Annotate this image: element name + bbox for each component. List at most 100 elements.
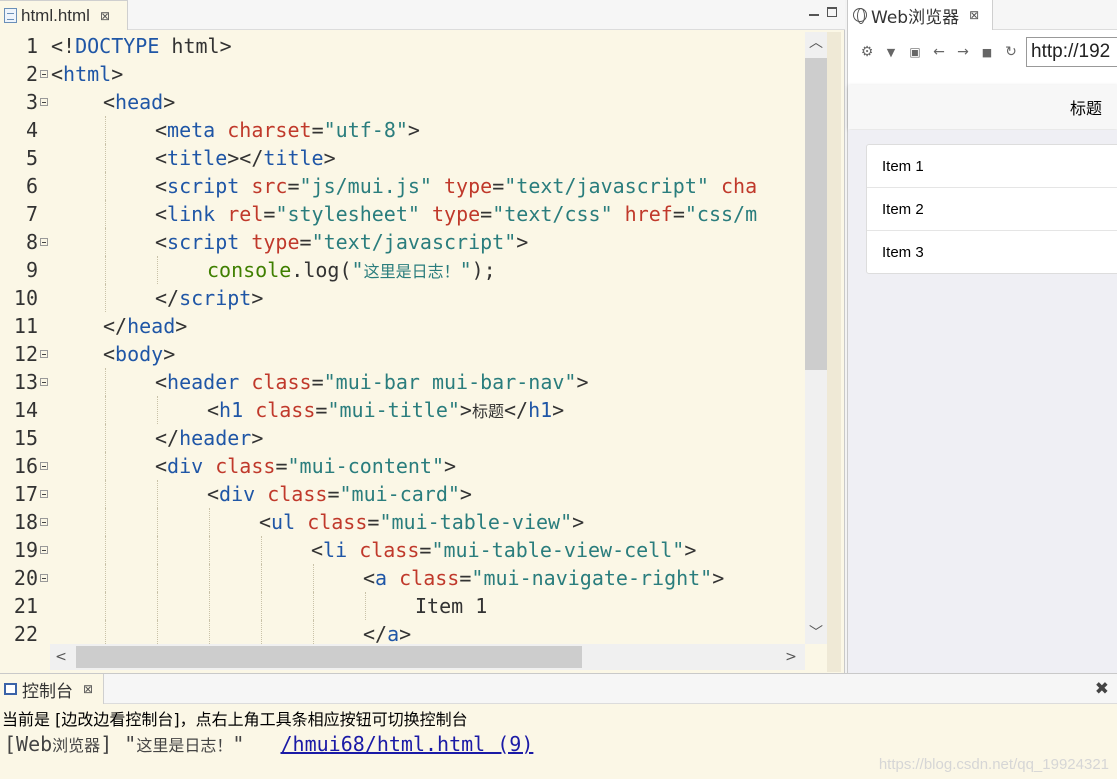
indent-guide <box>105 620 106 644</box>
code-line[interactable]: <meta charset="utf-8"> <box>155 116 420 144</box>
fold-toggle-icon[interactable] <box>40 70 48 78</box>
scroll-down-icon[interactable]: ﹀ <box>805 622 827 644</box>
code-token: "mui-table-view" <box>379 510 573 534</box>
code-token: = <box>672 202 685 226</box>
code-line[interactable]: <div class="mui-content"> <box>155 452 456 480</box>
code-line[interactable]: <html> <box>51 60 123 88</box>
code-line[interactable]: <link rel="stylesheet" type="text/css" h… <box>155 200 757 228</box>
code-token: charset <box>227 118 312 142</box>
code-token: "mui-bar mui-bar-nav" <box>323 370 577 394</box>
horizontal-scrollbar[interactable]: < > <box>50 644 805 670</box>
code-line[interactable]: </header> <box>155 424 263 452</box>
indent-guide <box>105 480 106 508</box>
code-line[interactable]: <header class="mui-bar mui-bar-nav"> <box>155 368 589 396</box>
table-view-cell-2[interactable]: Item 2 <box>867 188 1117 231</box>
code-token: < <box>311 538 324 562</box>
code-token: > <box>323 146 336 170</box>
code-line[interactable]: <script type="text/javascript"> <box>155 228 528 256</box>
code-token: </ <box>103 314 128 338</box>
line-number: 10 <box>13 286 38 310</box>
code-line[interactable]: </a> <box>363 620 411 644</box>
line-number: 20 <box>13 566 38 590</box>
code-text-area[interactable]: <!DOCTYPE html> <html> <head> <meta charset… <box>50 32 805 644</box>
dropdown-arrow-icon[interactable]: ▼ <box>882 46 900 59</box>
code-line[interactable]: <div class="mui-card"> <box>207 480 472 508</box>
overview-ruler <box>827 32 841 672</box>
code-line[interactable]: </head> <box>103 312 187 340</box>
code-line[interactable]: <title></title> <box>155 144 336 172</box>
minimize-icon[interactable] <box>809 9 819 16</box>
mui-bar-header: 标题 <box>848 85 1117 129</box>
code-token: < <box>103 90 116 114</box>
code-line[interactable]: Item 1 <box>415 592 487 620</box>
code-line[interactable]: <h1 class="mui-title">标题</h1> <box>207 396 564 424</box>
indent-guide <box>105 144 106 172</box>
code-line[interactable]: <head> <box>103 88 175 116</box>
vertical-scroll-thumb[interactable] <box>805 58 827 370</box>
forward-arrow-icon[interactable]: → <box>954 44 972 60</box>
code-token: "stylesheet" <box>275 202 420 226</box>
fold-toggle-icon[interactable] <box>40 378 48 386</box>
indent-guide <box>105 508 106 536</box>
code-line[interactable]: console.log("这里是日志！"); <box>207 256 496 284</box>
code-token: type <box>251 230 300 254</box>
code-token: "mui-card" <box>339 482 460 506</box>
refresh-icon[interactable]: ↻ <box>1002 44 1020 60</box>
table-view-cell-1[interactable]: Item 1 <box>867 145 1117 188</box>
scroll-right-icon[interactable]: > <box>780 644 802 670</box>
fold-toggle-icon[interactable] <box>40 238 48 246</box>
code-token: "css/m <box>684 202 758 226</box>
back-arrow-icon[interactable]: ← <box>930 44 948 60</box>
scroll-left-icon[interactable]: < <box>50 644 72 670</box>
code-token: type <box>431 202 481 226</box>
fold-toggle-icon[interactable] <box>40 518 48 526</box>
table-view-cell-3[interactable]: Item 3 <box>867 231 1117 274</box>
code-token: > <box>399 622 412 644</box>
tab-web-browser[interactable]: Web浏览器 ⊠ <box>848 0 993 30</box>
fold-toggle-icon[interactable] <box>40 490 48 498</box>
fold-toggle-icon[interactable] <box>40 462 48 470</box>
code-token: h1 <box>219 398 244 422</box>
vertical-scrollbar[interactable]: ︿ ﹀ <box>805 32 827 644</box>
tab-html-html[interactable]: html.html ⊠ <box>0 0 128 30</box>
fold-toggle-icon[interactable] <box>40 98 48 106</box>
settings-gear-icon[interactable]: ⚙ <box>858 44 876 60</box>
horizontal-scroll-thumb[interactable] <box>76 646 582 668</box>
code-token: > <box>251 286 264 310</box>
code-line[interactable]: <ul class="mui-table-view"> <box>259 508 584 536</box>
code-token: div <box>167 454 204 478</box>
indent-guide <box>261 620 262 644</box>
url-input[interactable]: http://192 <box>1026 37 1117 67</box>
code-line[interactable]: <script src="js/mui.js" type="text/javas… <box>155 172 757 200</box>
stop-icon[interactable]: ■ <box>978 46 996 59</box>
code-line[interactable]: </script> <box>155 284 263 312</box>
clear-console-icon[interactable]: ✖ <box>1095 679 1109 699</box>
fold-toggle-icon[interactable] <box>40 546 48 554</box>
code-token: ></ <box>227 146 264 170</box>
code-token: < <box>363 566 376 590</box>
code-token: < <box>103 342 116 366</box>
line-number: 16 <box>13 454 38 478</box>
log-source-link[interactable]: /hmui68/html.html (9) <box>281 732 534 756</box>
close-icon[interactable]: ⊠ <box>969 8 979 22</box>
code-line[interactable]: <body> <box>103 340 175 368</box>
close-icon[interactable]: ⊠ <box>83 682 93 696</box>
fold-toggle-icon[interactable] <box>40 350 48 358</box>
line-number: 2 <box>25 62 38 86</box>
code-line[interactable]: <a class="mui-navigate-right"> <box>363 564 724 592</box>
close-icon[interactable]: ⊠ <box>100 9 110 23</box>
devtools-icon[interactable]: ▣ <box>906 45 924 59</box>
indent-guide <box>157 256 158 284</box>
code-line[interactable]: <!DOCTYPE html> <box>51 32 232 60</box>
maximize-icon[interactable] <box>827 7 837 17</box>
code-token: </ <box>155 286 180 310</box>
fold-toggle-icon[interactable] <box>40 574 48 582</box>
scroll-up-icon[interactable]: ︿ <box>805 32 827 54</box>
tab-console[interactable]: 控制台 ⊠ <box>0 674 104 704</box>
code-token: "text/javascript" <box>504 174 709 198</box>
code-line[interactable]: <li class="mui-table-view-cell"> <box>311 536 696 564</box>
